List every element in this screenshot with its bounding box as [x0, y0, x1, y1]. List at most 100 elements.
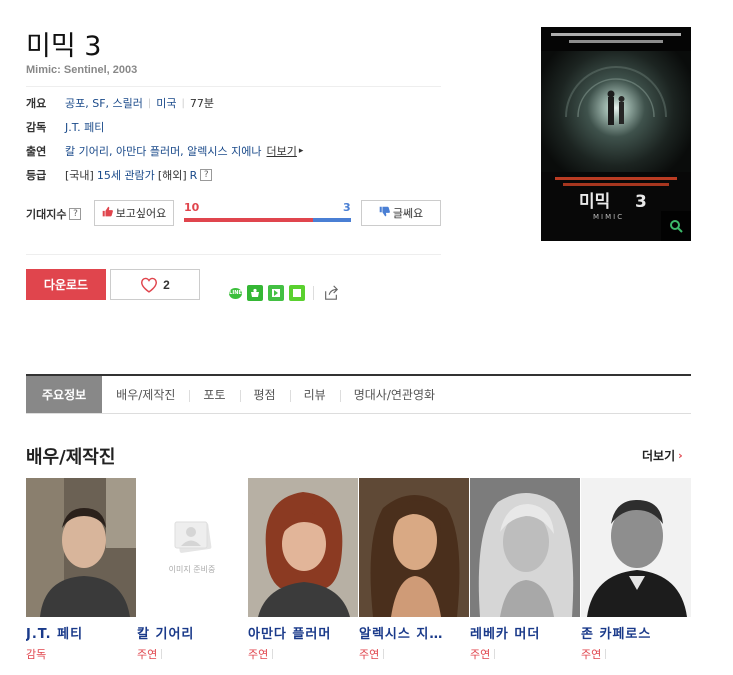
- cast-role: 주연: [470, 646, 580, 662]
- thumb-down-icon: [379, 206, 390, 220]
- cast-card[interactable]: J.T. 페티 감독: [26, 478, 136, 662]
- tab-main-info[interactable]: 주요정보: [26, 376, 103, 413]
- genre-link[interactable]: 공포, SF, 스릴러: [65, 95, 143, 111]
- cast-more-link[interactable]: 더보기: [267, 143, 297, 159]
- country-link[interactable]: 미국: [156, 95, 176, 111]
- cast-role-text: 주연: [581, 648, 602, 661]
- person-photo: [470, 478, 580, 617]
- rating-foreign: R: [189, 168, 198, 182]
- share-icons: LINE: [229, 285, 340, 301]
- divider: [26, 86, 441, 87]
- cast-role-text: 주연: [470, 648, 491, 661]
- svg-text:3: 3: [635, 192, 647, 212]
- expect-help-icon[interactable]: ?: [69, 208, 82, 220]
- cast-photo[interactable]: [581, 478, 691, 617]
- not-sure-label: 글쎄요: [392, 208, 424, 220]
- cast-role: 주연: [248, 646, 358, 662]
- cast-card[interactable]: 레베카 머더 주연: [470, 478, 580, 662]
- rating-domestic-prefix: [국내]: [65, 169, 94, 182]
- chevron-right-icon: ›: [678, 449, 683, 462]
- info-row-rating: 등급 [국내] 15세 관람가 [해외] R ?: [26, 166, 213, 184]
- separator: [161, 649, 163, 659]
- band-share-icon[interactable]: [247, 285, 263, 301]
- expect-label-text: 기대지수: [26, 208, 67, 221]
- cast-photo[interactable]: [248, 478, 358, 617]
- cast-name[interactable]: 알렉시스 지…: [359, 623, 469, 642]
- cast-card[interactable]: 알렉시스 지… 주연: [359, 478, 469, 662]
- separator: [272, 649, 274, 659]
- cast-photo[interactable]: 이미지 준비중: [137, 478, 247, 617]
- cast-photo[interactable]: [470, 478, 580, 617]
- like-count: 2: [163, 277, 170, 292]
- divider: [26, 254, 441, 255]
- runtime: 77분: [189, 97, 215, 110]
- tab-cast-crew[interactable]: 배우/제작진: [102, 376, 189, 413]
- search-icon: [670, 220, 683, 233]
- info-row-cast: 출연 칼 기어리, 아만다 플러머, 알렉시스 지에나 더보기 ▸: [26, 142, 303, 160]
- cast-card[interactable]: 아만다 플러머 주연: [248, 478, 358, 662]
- person-photo: [581, 478, 691, 617]
- kakao-story-share-icon[interactable]: [268, 285, 284, 301]
- expect-bar: [184, 218, 351, 222]
- cast-more-button[interactable]: 더보기 ›: [642, 447, 683, 464]
- info-label-cast: 출연: [26, 145, 47, 158]
- cast-name[interactable]: 아만다 플러머: [248, 623, 358, 642]
- cast-role: 주연: [359, 646, 469, 662]
- cast-name[interactable]: 칼 기어리: [137, 623, 247, 642]
- rating-domestic: 15세 관람가: [96, 169, 155, 182]
- separator: [313, 286, 314, 300]
- cast-role-text: 감독: [26, 648, 47, 661]
- cast-role-text: 주연: [248, 648, 269, 661]
- separator: [383, 649, 385, 659]
- movie-subtitle: Mimic: Sentinel, 2003: [26, 64, 138, 76]
- separator: |: [147, 97, 152, 109]
- sns-share-icon[interactable]: [289, 285, 305, 301]
- tab-quotes-related[interactable]: 명대사/연관영화: [339, 376, 449, 413]
- cast-photo[interactable]: [359, 478, 469, 617]
- cast-name[interactable]: 존 카페로스: [581, 623, 691, 642]
- rating-foreign-prefix: [해외]: [157, 169, 187, 182]
- person-photo: [359, 478, 469, 617]
- tab-review[interactable]: 리뷰: [289, 376, 340, 413]
- download-button[interactable]: 다운로드: [26, 269, 106, 300]
- share-icon[interactable]: [322, 285, 340, 301]
- svg-text:MIMIC: MIMIC: [593, 213, 624, 221]
- info-label-director: 감독: [26, 121, 47, 134]
- cast-name[interactable]: 레베카 머더: [470, 623, 580, 642]
- no-image-text: 이미지 준비중: [168, 565, 216, 574]
- cast-role: 주연: [581, 646, 691, 662]
- cast-name[interactable]: J.T. 페티: [26, 623, 136, 642]
- not-sure-button[interactable]: 글쎄요: [361, 200, 441, 226]
- person-photo: [248, 478, 358, 617]
- cast-photo[interactable]: [26, 478, 136, 617]
- movie-poster[interactable]: 미믹 3 MIMIC: [541, 27, 691, 241]
- thumb-up-icon: [102, 206, 113, 220]
- cast-links[interactable]: 칼 기어리, 아만다 플러머, 알렉시스 지에나: [65, 143, 262, 159]
- person-photo: [26, 478, 136, 617]
- tab-bar: 주요정보 배우/제작진 포토 평점 리뷰 명대사/연관영화: [26, 374, 691, 414]
- cast-card[interactable]: 존 카페로스 주연: [581, 478, 691, 662]
- chevron-right-icon: ▸: [298, 146, 304, 156]
- movie-title: 미믹 3: [26, 31, 102, 62]
- want-count: 10: [184, 201, 200, 214]
- cast-more-label: 더보기: [642, 449, 676, 463]
- info-row-director: 감독 J.T. 페티: [26, 118, 104, 136]
- cast-role: 주연: [137, 646, 247, 662]
- director-link[interactable]: J.T. 페티: [65, 119, 104, 135]
- want-to-see-button[interactable]: 보고싶어요: [94, 200, 174, 226]
- tab-photo[interactable]: 포토: [189, 376, 239, 413]
- tab-rating[interactable]: 평점: [239, 376, 290, 413]
- poster-zoom-button[interactable]: [661, 211, 691, 241]
- cast-role-text: 주연: [137, 648, 158, 661]
- heart-icon: [141, 277, 158, 293]
- cast-role-text: 주연: [359, 648, 380, 661]
- separator: [605, 649, 607, 659]
- rating-help-icon[interactable]: ?: [200, 169, 213, 181]
- line-share-icon[interactable]: LINE: [229, 287, 242, 299]
- separator: |: [181, 97, 185, 109]
- like-button[interactable]: 2: [110, 269, 200, 300]
- cast-role: 감독: [26, 646, 136, 662]
- cast-card[interactable]: 이미지 준비중 칼 기어리 주연: [137, 478, 247, 662]
- bad-count: 3: [343, 201, 351, 214]
- info-row-genre: 개요 공포, SF, 스릴러 | 미국 | 77분: [26, 94, 214, 112]
